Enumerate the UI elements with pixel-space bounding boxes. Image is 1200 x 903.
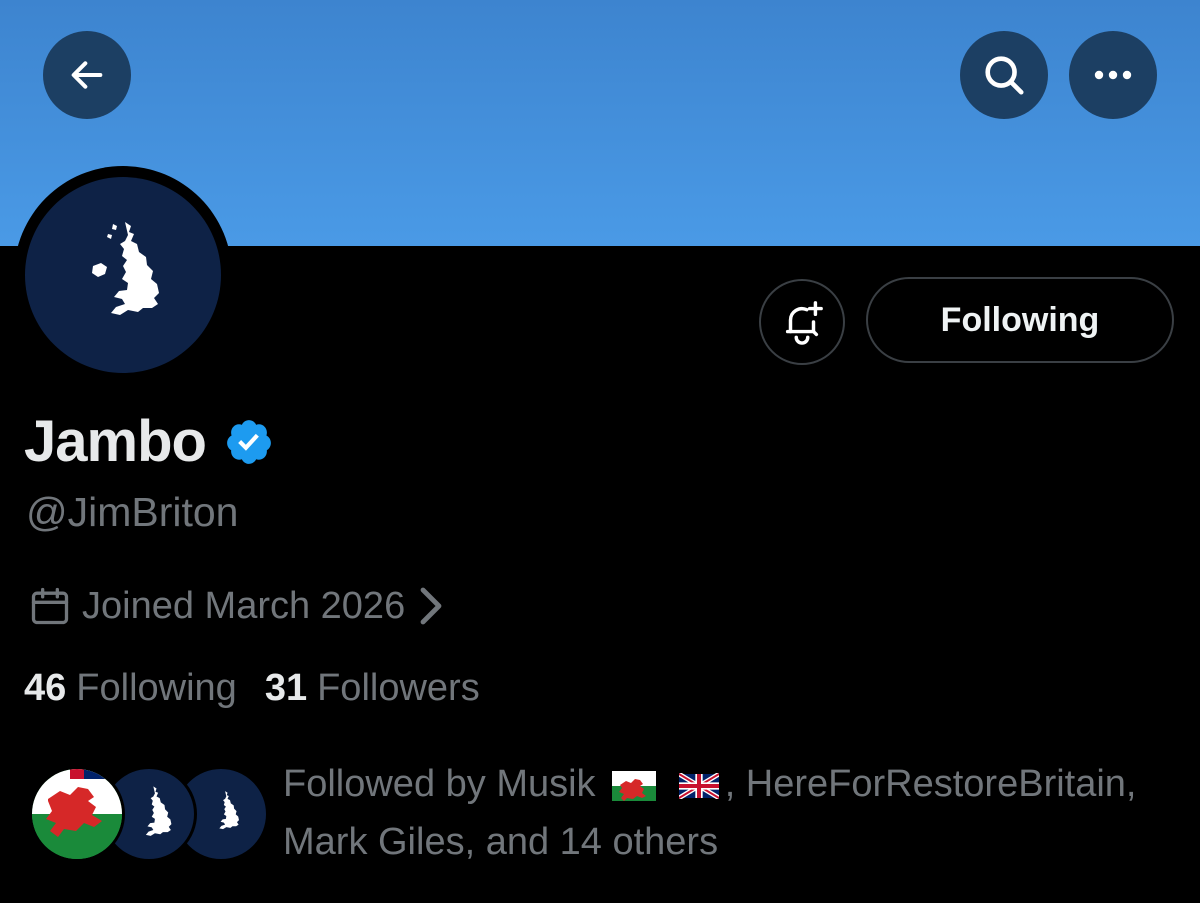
followed-by-text[interactable]: Followed by Musik , HereForRestoreBritai… [283, 755, 1188, 871]
avatar-image [25, 177, 221, 373]
union-jack-icon [678, 772, 719, 799]
more-icon [1094, 70, 1132, 80]
verified-badge-icon[interactable] [224, 417, 274, 467]
welsh-flag-icon [32, 769, 122, 859]
following-button[interactable]: Following [866, 277, 1174, 363]
followers-count-link[interactable]: 31 Followers [265, 667, 480, 710]
joined-date: Joined March 2026 [82, 584, 406, 627]
search-icon [985, 56, 1024, 95]
following-count-link[interactable]: 46 Following [24, 667, 237, 710]
display-name: Jambo [24, 409, 207, 474]
profile-avatar[interactable] [14, 166, 232, 384]
profile-handle: @JimBriton [26, 489, 239, 535]
calendar-icon [31, 587, 69, 625]
followers-count: 31 [264, 667, 308, 709]
following-label: Following [76, 667, 237, 709]
search-button[interactable] [960, 31, 1048, 119]
back-arrow-icon [71, 61, 103, 89]
back-button[interactable] [43, 31, 131, 119]
joined-date-row[interactable]: Joined March 2026 [28, 584, 445, 628]
followed-by-line2: Mark Giles, and 14 others [283, 821, 719, 863]
uk-map-icon [92, 222, 159, 315]
following-count: 46 [24, 667, 67, 709]
followers-label: Followers [317, 667, 480, 709]
profile-name-row: Jambo [24, 408, 274, 475]
chevron-right-icon [420, 587, 442, 625]
notification-bell-add-icon [785, 301, 823, 345]
mutual-followers-avatars[interactable] [29, 766, 269, 862]
followed-by-suffix: , HereForRestoreBritain, [724, 763, 1137, 805]
more-options-button[interactable] [1069, 31, 1157, 119]
follow-counts: 46 Following 31 Followers [24, 667, 480, 710]
notifications-toggle-button[interactable] [759, 279, 845, 365]
welsh-flag-icon [612, 770, 657, 801]
followed-by-prefix: Followed by Musik [283, 763, 596, 805]
mutual-follower-avatar [29, 766, 125, 862]
